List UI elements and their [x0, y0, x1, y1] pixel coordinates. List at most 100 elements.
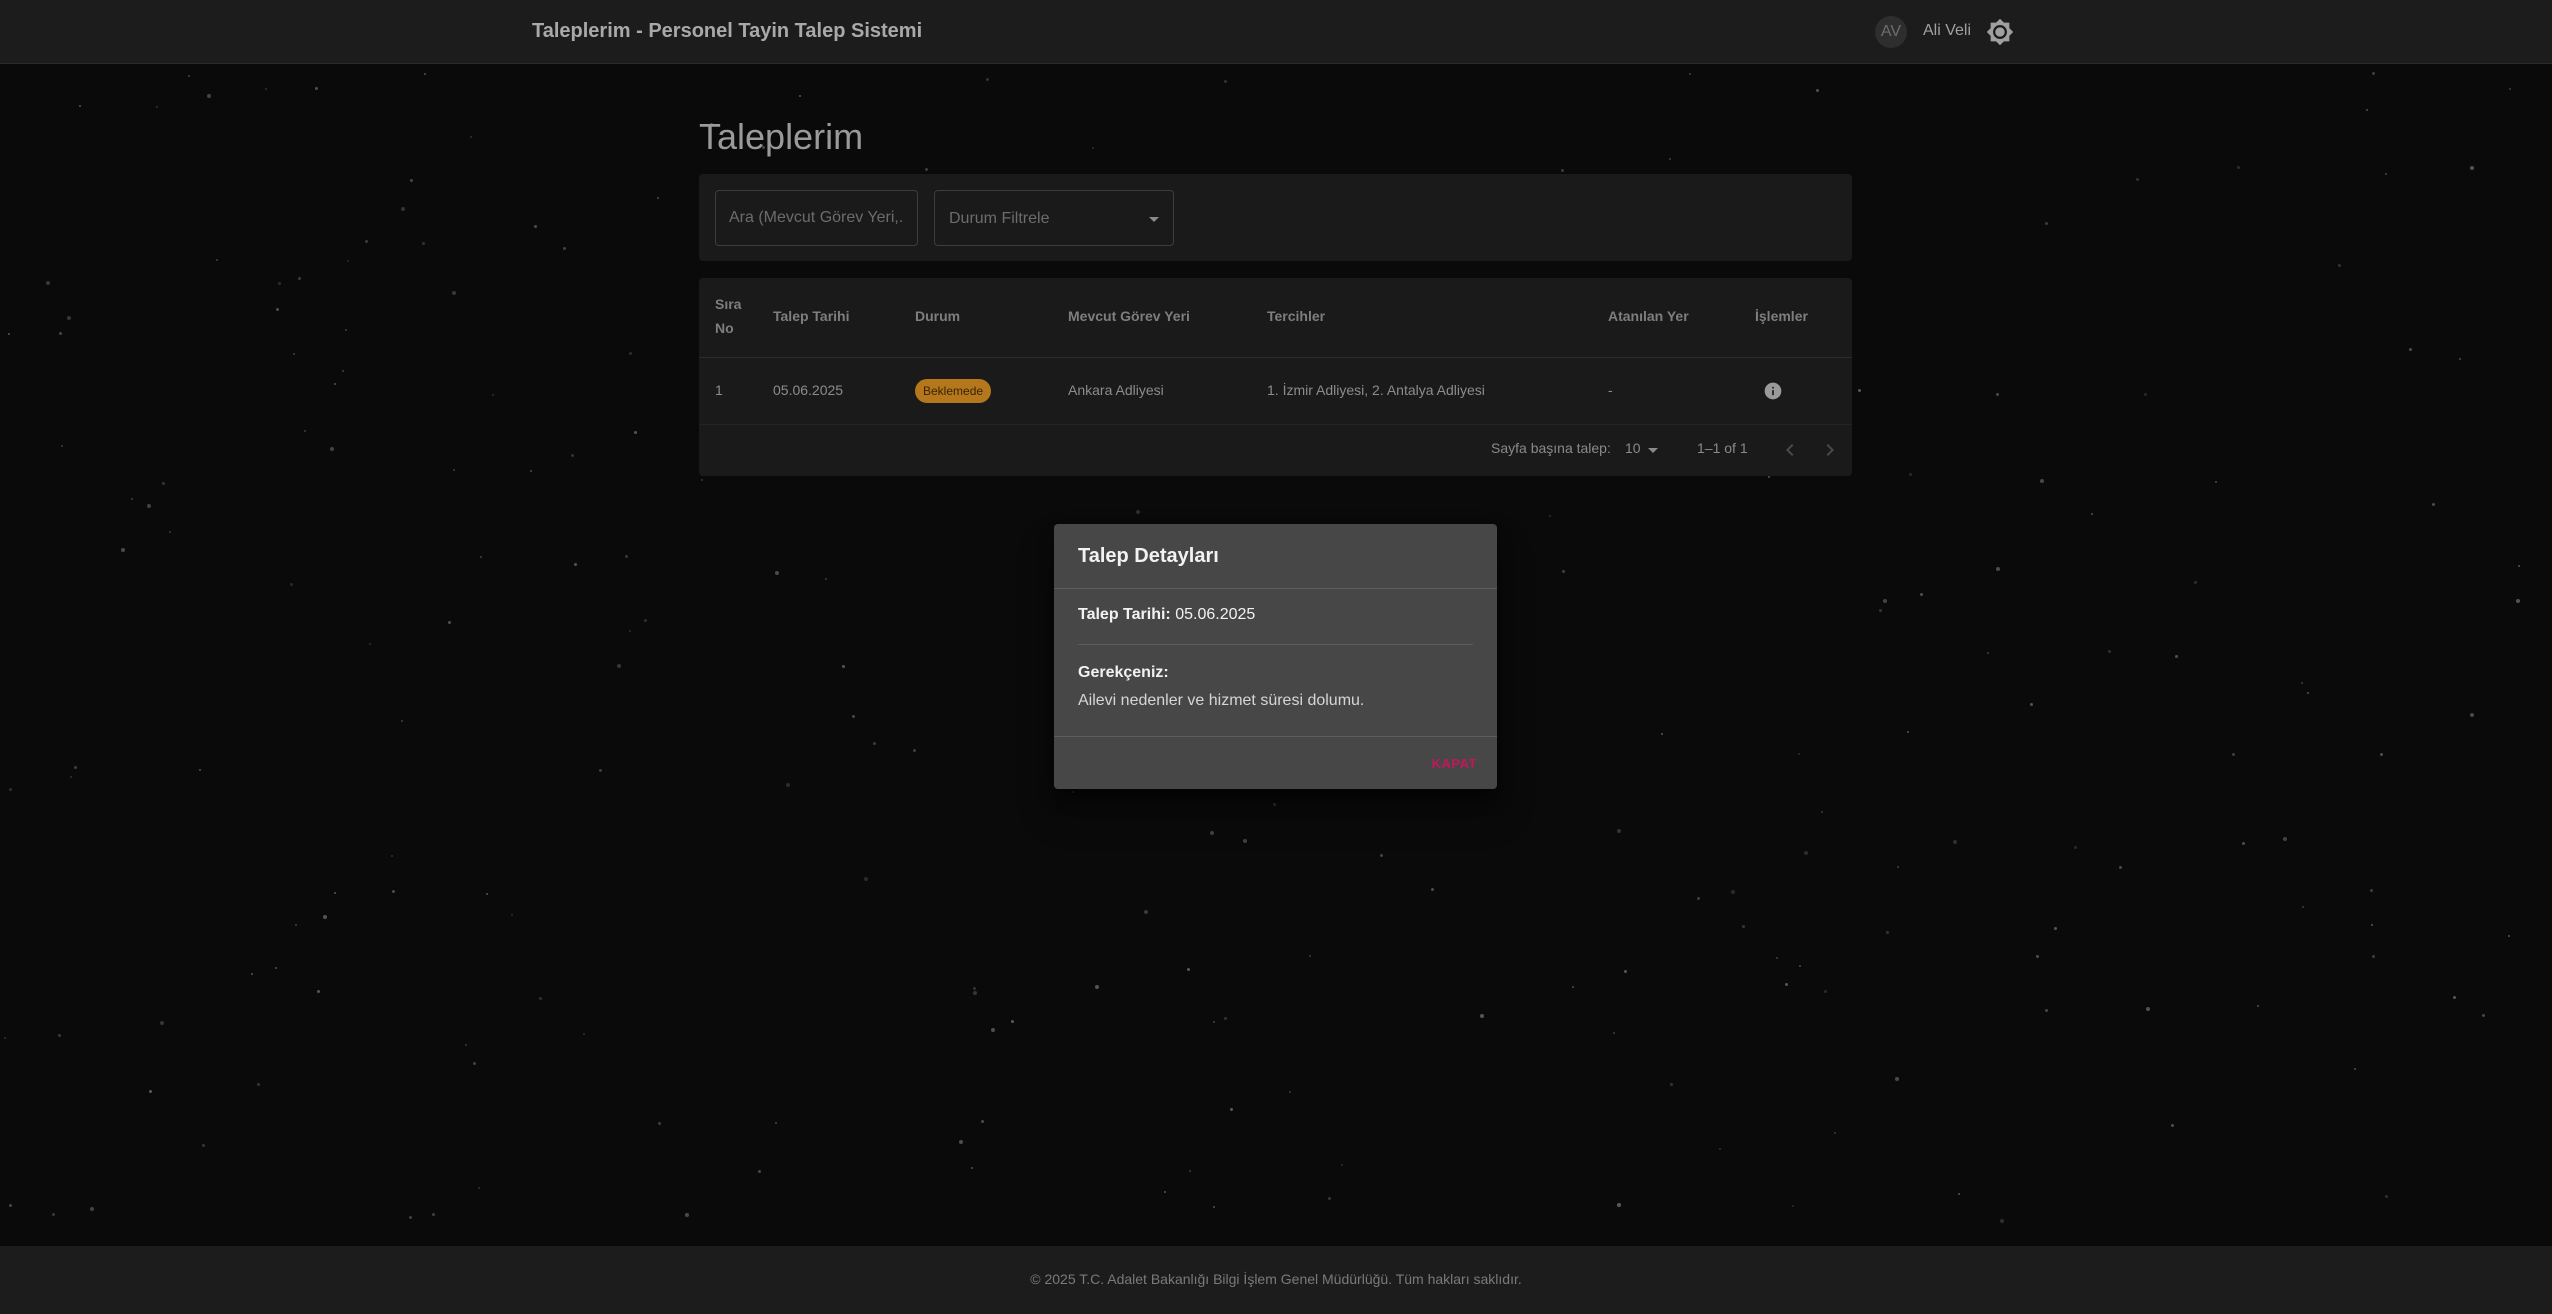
star-dot — [1289, 1091, 1291, 1093]
star-dot — [61, 445, 63, 447]
star-dot — [2470, 713, 2474, 717]
star-dot — [58, 1034, 61, 1037]
star-dot — [1785, 983, 1788, 986]
column-header-talep-tarihi[interactable]: Talep Tarihi — [773, 304, 850, 328]
star-dot — [465, 1044, 467, 1046]
star-dot — [422, 242, 425, 245]
star-dot — [599, 769, 602, 772]
column-header-atanilan-yer[interactable]: Atanılan Yer — [1608, 304, 1689, 328]
star-dot — [1187, 968, 1190, 971]
filter-panel: Durum Filtrele — [699, 174, 1852, 261]
rows-per-page-select[interactable]: 10 — [1625, 438, 1665, 462]
dialog-divider — [1054, 736, 1497, 737]
star-dot — [2237, 166, 2240, 169]
request-date-label: Talep Tarihi: — [1078, 606, 1171, 623]
star-dot — [981, 1120, 984, 1123]
star-dot — [2366, 109, 2368, 111]
star-dot — [2175, 655, 2178, 658]
star-dot — [1689, 73, 1691, 75]
previous-page-button[interactable] — [1778, 438, 1802, 462]
star-dot — [2372, 955, 2375, 958]
star-dot — [1669, 158, 1671, 160]
star-dot — [2338, 264, 2341, 267]
star-dot — [293, 353, 295, 355]
star-dot — [276, 308, 279, 311]
star-dot — [147, 504, 151, 508]
column-header-durum[interactable]: Durum — [915, 304, 960, 328]
star-dot — [2470, 166, 2474, 170]
star-dot — [1210, 831, 1214, 835]
star-dot — [216, 259, 218, 261]
star-dot — [1309, 955, 1311, 957]
star-dot — [492, 394, 494, 396]
star-dot — [2146, 1007, 2150, 1011]
status-filter-select[interactable]: Durum Filtrele — [934, 190, 1174, 246]
star-dot — [2194, 581, 2197, 584]
star-dot — [2136, 178, 2139, 181]
star-dot — [2432, 503, 2435, 506]
close-button[interactable]: Kapat — [1428, 752, 1481, 774]
star-dot — [2453, 996, 2456, 999]
star-dot — [583, 1033, 585, 1035]
star-dot — [1792, 1205, 1794, 1207]
theme-toggle-button[interactable] — [1986, 18, 2014, 46]
column-header-tercihler[interactable]: Tercihler — [1267, 304, 1325, 328]
star-dot — [2091, 513, 2093, 515]
star-dot — [799, 95, 801, 97]
star-dot — [644, 619, 647, 622]
search-input[interactable] — [715, 190, 918, 246]
cell-sira-no: 1 — [715, 382, 723, 398]
star-dot — [1164, 1191, 1166, 1193]
next-page-button[interactable] — [1818, 438, 1842, 462]
app-footer: © 2025 T.C. Adalet Bakanlığı Bilgi İşlem… — [0, 1246, 2552, 1314]
star-dot — [1341, 1164, 1343, 1166]
star-dot — [2370, 889, 2373, 892]
star-dot — [1821, 811, 1823, 813]
dialog-divider — [1078, 644, 1473, 645]
star-dot — [511, 914, 513, 916]
star-dot — [2509, 88, 2511, 90]
star-dot — [2144, 393, 2147, 396]
star-dot — [1895, 1077, 1899, 1081]
star-dot — [1213, 1206, 1215, 1208]
star-dot — [991, 1028, 995, 1032]
column-header-sira-no[interactable]: Sıra No — [715, 292, 755, 340]
star-dot — [1213, 1021, 1215, 1023]
star-dot — [913, 749, 916, 752]
star-dot — [873, 742, 876, 745]
star-dot — [2354, 1068, 2356, 1070]
reason-text: Ailevi nedenler ve hizmet süresi dolumu. — [1078, 692, 1365, 709]
star-dot — [1858, 389, 1861, 392]
star-dot — [2518, 565, 2520, 567]
star-dot — [852, 715, 855, 718]
star-dot — [46, 281, 50, 285]
star-dot — [486, 893, 488, 895]
star-dot — [2171, 1124, 2174, 1127]
status-badge: Beklemede — [915, 379, 992, 403]
star-dot — [534, 225, 537, 228]
star-dot — [1572, 986, 1574, 988]
star-dot — [1953, 840, 1957, 844]
star-dot — [1661, 733, 1663, 735]
request-date-value: 05.06.2025 — [1175, 606, 1256, 623]
star-dot — [473, 1062, 476, 1065]
star-dot — [452, 291, 456, 295]
column-header-mevcut-gorev-yeri[interactable]: Mevcut Görev Yeri — [1068, 304, 1190, 328]
star-dot — [1670, 1083, 1673, 1086]
star-dot — [1092, 147, 1094, 149]
star-dot — [9, 788, 12, 791]
star-dot — [530, 470, 532, 472]
star-dot — [1719, 1148, 1721, 1150]
rows-per-page-label: Sayfa başına talep: — [1491, 440, 1611, 456]
star-dot — [2307, 692, 2309, 694]
star-dot — [1697, 897, 1700, 900]
star-dot — [315, 87, 318, 90]
star-dot — [1380, 854, 1383, 857]
info-icon[interactable] — [1763, 381, 1783, 401]
star-dot — [257, 1083, 260, 1086]
user-avatar[interactable]: AV — [1875, 16, 1907, 48]
star-dot — [67, 316, 71, 320]
star-dot — [1562, 570, 1565, 573]
star-dot — [1136, 510, 1140, 514]
star-dot — [424, 73, 426, 75]
